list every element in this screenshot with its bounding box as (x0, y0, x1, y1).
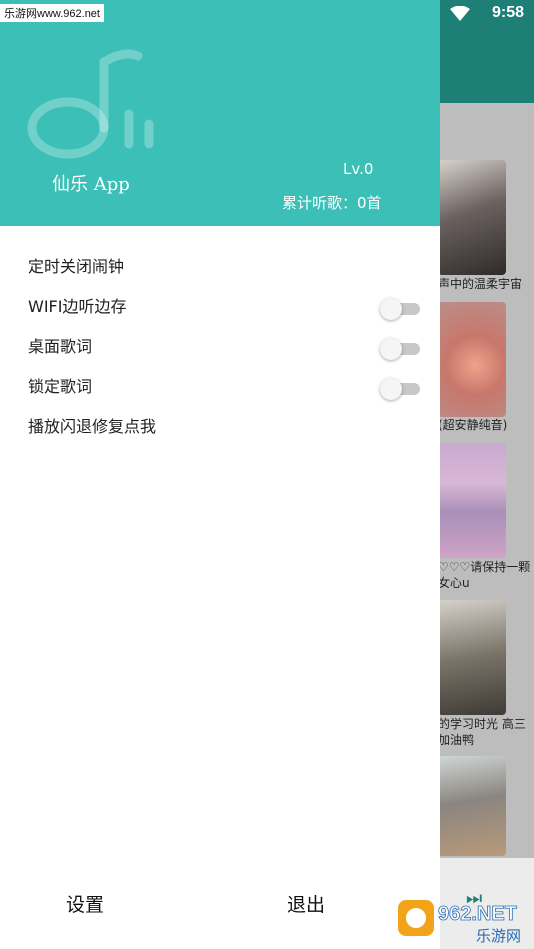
playlist-cover-4[interactable] (438, 600, 506, 715)
site-watermark: 962.NET 乐游网 (396, 896, 534, 946)
playlist-cover-2[interactable] (438, 302, 506, 417)
menu-wifi-cache-label: WIFI边听边存 (28, 297, 127, 316)
menu-desktop-lyrics[interactable]: 桌面歌词 (28, 327, 428, 367)
lock-lyrics-toggle[interactable] (380, 378, 422, 400)
exit-button[interactable]: 退出 (287, 890, 325, 917)
playlist-caption-2: (超安静纯音) (438, 418, 508, 432)
menu-crash-fix-label: 播放闪退修复点我 (28, 417, 157, 436)
toggle-thumb (380, 338, 402, 360)
playlist-cover-3[interactable] (438, 443, 506, 558)
menu-crash-fix[interactable]: 播放闪退修复点我 (28, 407, 428, 447)
app-name: 仙乐 App (52, 174, 130, 195)
drawer-header: 仙乐 App Lv.0 累计听歌：0首 (0, 0, 440, 226)
toggle-thumb (380, 298, 402, 320)
menu-timer-alarm[interactable]: 定时关闭闹钟 (28, 247, 428, 287)
menu-lock-lyrics-label: 锁定歌词 (28, 377, 93, 396)
menu-wifi-cache[interactable]: WIFI边听边存 (28, 287, 428, 327)
playlist-cover-1[interactable] (438, 160, 506, 275)
menu-lock-lyrics[interactable]: 锁定歌词 (28, 367, 428, 407)
watermark-brand: 962.NET (438, 903, 517, 925)
user-level: Lv.0 (343, 160, 374, 178)
playlist-cover-5[interactable] (438, 756, 506, 856)
watermark-name: 乐游网 (476, 927, 521, 945)
toggle-thumb (380, 378, 402, 400)
listen-count: 累计听歌：0首 (282, 194, 382, 212)
playlist-caption-1: 声中的温柔宇宙 (438, 277, 523, 291)
watermark-logo: 962.NET 乐游网 (398, 900, 521, 945)
status-time: 9:58 (491, 4, 524, 21)
wifi-icon (450, 6, 470, 21)
settings-button[interactable]: 设置 (66, 890, 104, 917)
music-note-logo-icon (27, 49, 154, 159)
playlist-caption-4: 的学习时光 高三加油鸭 (438, 717, 526, 747)
desktop-lyrics-toggle[interactable] (380, 338, 422, 360)
status-bar: 乐游网www.962.net 9:58 (0, 0, 534, 30)
menu-timer-alarm-label: 定时关闭闹钟 (28, 257, 125, 276)
site-tag: 乐游网www.962.net (0, 4, 104, 22)
wifi-cache-toggle[interactable] (380, 298, 422, 320)
navigation-drawer: 仙乐 App Lv.0 累计听歌：0首 定时关闭闹钟 WIFI边听边存 桌面歌词… (0, 0, 440, 949)
playlist-caption-3: ♡♡♡请保持一颗女心u (438, 560, 531, 590)
menu-desktop-lyrics-label: 桌面歌词 (28, 337, 93, 356)
